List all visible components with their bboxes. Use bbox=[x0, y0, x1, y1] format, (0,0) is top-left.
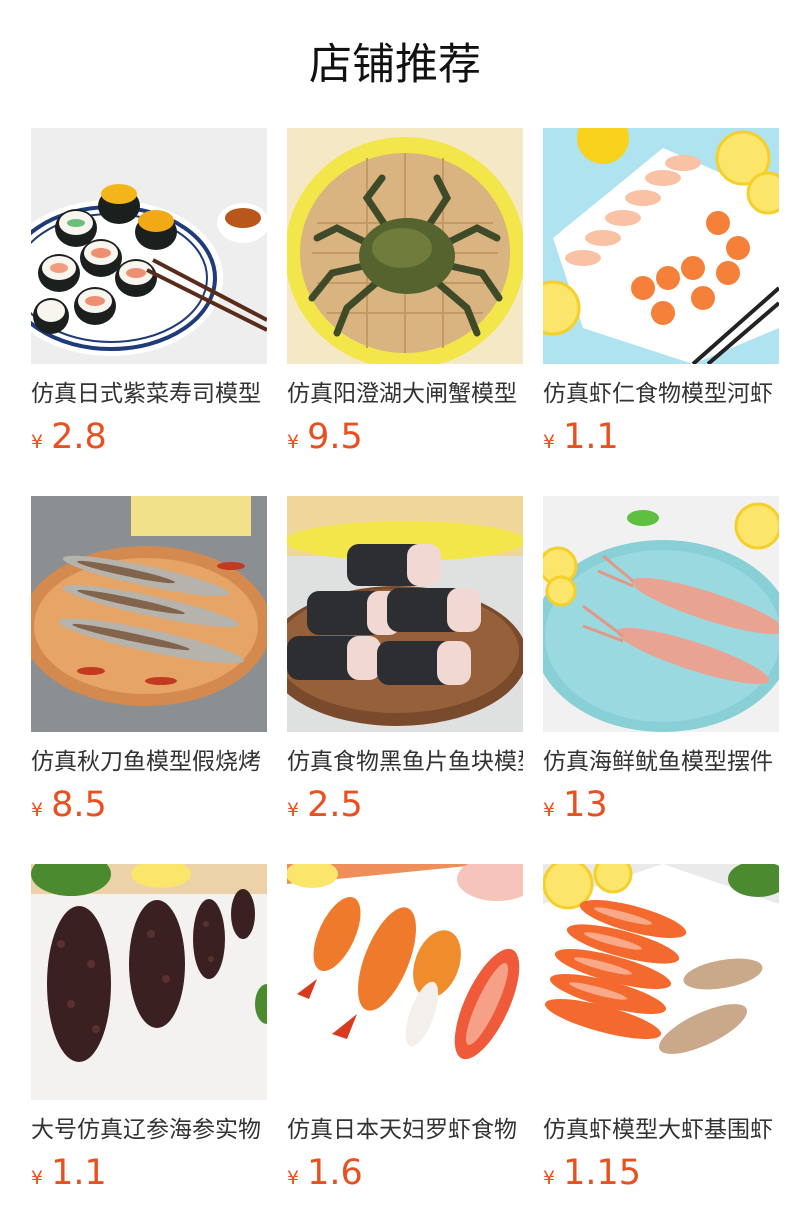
product-price: ¥1.1 bbox=[543, 415, 779, 459]
product-card[interactable]: 仿真日本天妇罗虾食物 ¥1.6 bbox=[287, 864, 523, 1204]
product-price: ¥1.15 bbox=[543, 1151, 779, 1195]
product-card[interactable]: 仿真食物黑鱼片鱼块模型 ¥2.5 bbox=[287, 496, 523, 836]
fish-slices-image[interactable] bbox=[287, 496, 523, 732]
product-price: ¥2.5 bbox=[287, 783, 523, 827]
price-value: 1.1 bbox=[563, 417, 619, 457]
sushi-roll-plate-image[interactable] bbox=[31, 128, 267, 364]
currency-symbol: ¥ bbox=[31, 1167, 44, 1189]
product-name[interactable]: 仿真秋刀鱼模型假烧烤 bbox=[31, 745, 267, 779]
price-value: 1.6 bbox=[307, 1153, 363, 1193]
product-card[interactable]: 仿真秋刀鱼模型假烧烤 ¥8.5 bbox=[31, 496, 267, 836]
currency-symbol: ¥ bbox=[287, 799, 300, 821]
product-name[interactable]: 大号仿真辽参海参实物 bbox=[31, 1113, 267, 1147]
saury-fish-plate-image[interactable] bbox=[31, 496, 267, 732]
currency-symbol: ¥ bbox=[543, 799, 556, 821]
product-name[interactable]: 仿真日本天妇罗虾食物 bbox=[287, 1113, 523, 1147]
currency-symbol: ¥ bbox=[543, 431, 556, 453]
price-value: 8.5 bbox=[51, 785, 107, 825]
price-value: 2.5 bbox=[307, 785, 363, 825]
prawns-plate-image[interactable] bbox=[543, 864, 779, 1100]
price-value: 1.15 bbox=[563, 1153, 642, 1193]
product-price: ¥13 bbox=[543, 783, 779, 827]
product-name[interactable]: 仿真阳澄湖大闸蟹模型 bbox=[287, 377, 523, 411]
product-price: ¥1.6 bbox=[287, 1151, 523, 1195]
product-price: ¥1.1 bbox=[31, 1151, 267, 1195]
shrimp-plate-image[interactable] bbox=[543, 128, 779, 364]
sea-cucumber-image[interactable] bbox=[31, 864, 267, 1100]
product-name[interactable]: 仿真日式紫菜寿司模型 bbox=[31, 377, 267, 411]
page-title: 店铺推荐 bbox=[309, 40, 481, 90]
product-name[interactable]: 仿真虾模型大虾基围虾 bbox=[543, 1113, 779, 1147]
crab-steamer-image[interactable] bbox=[287, 128, 523, 364]
product-card[interactable]: 仿真阳澄湖大闸蟹模型 ¥9.5 bbox=[287, 128, 523, 468]
product-price: ¥2.8 bbox=[31, 415, 267, 459]
price-value: 1.1 bbox=[51, 1153, 107, 1193]
tempura-shrimp-image[interactable] bbox=[287, 864, 523, 1100]
product-card[interactable]: 仿真海鲜鱿鱼模型摆件 ¥13 bbox=[543, 496, 779, 836]
product-name[interactable]: 仿真虾仁食物模型河虾 bbox=[543, 377, 779, 411]
currency-symbol: ¥ bbox=[31, 799, 44, 821]
currency-symbol: ¥ bbox=[287, 1167, 300, 1189]
currency-symbol: ¥ bbox=[287, 431, 300, 453]
product-name[interactable]: 仿真海鲜鱿鱼模型摆件 bbox=[543, 745, 779, 779]
currency-symbol: ¥ bbox=[543, 1167, 556, 1189]
price-value: 13 bbox=[563, 785, 608, 825]
currency-symbol: ¥ bbox=[31, 431, 44, 453]
product-name[interactable]: 仿真食物黑鱼片鱼块模型 bbox=[287, 745, 523, 779]
product-price: ¥8.5 bbox=[31, 783, 267, 827]
product-price: ¥9.5 bbox=[287, 415, 523, 459]
price-value: 2.8 bbox=[51, 417, 107, 457]
price-value: 9.5 bbox=[307, 417, 363, 457]
product-card[interactable]: 仿真日式紫菜寿司模型 ¥2.8 bbox=[31, 128, 267, 468]
product-card[interactable]: 仿真虾模型大虾基围虾 ¥1.15 bbox=[543, 864, 779, 1204]
squid-plate-image[interactable] bbox=[543, 496, 779, 732]
product-card[interactable]: 大号仿真辽参海参实物 ¥1.1 bbox=[31, 864, 267, 1204]
product-card[interactable]: 仿真虾仁食物模型河虾 ¥1.1 bbox=[543, 128, 779, 468]
